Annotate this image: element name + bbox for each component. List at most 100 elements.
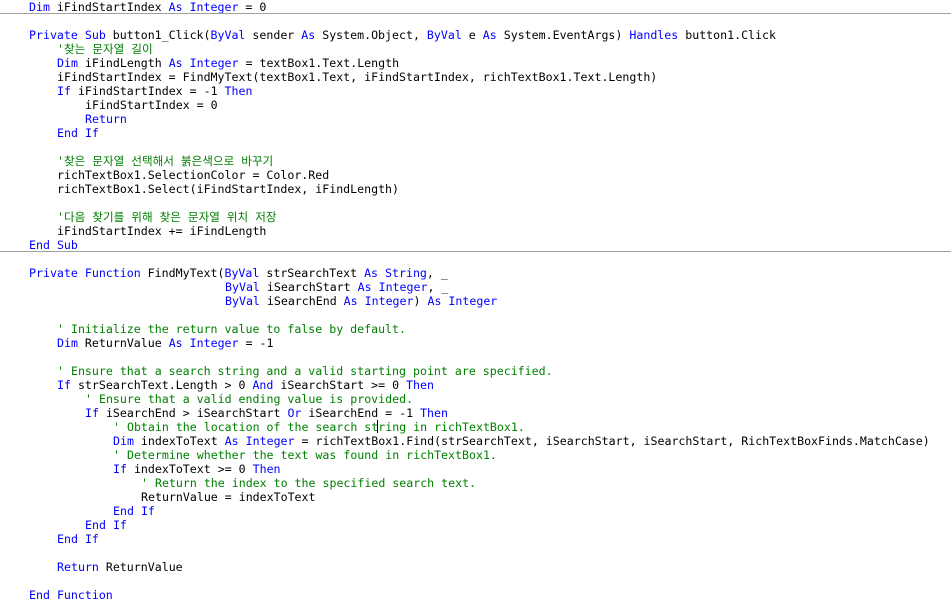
code-keyword: String [385,266,427,280]
code-keyword: If [84,532,99,546]
code-text: iFindStartIndex [49,0,169,14]
separator-after-end-sub [0,251,951,252]
code-line[interactable]: If indexToText >= 0 Then [113,462,281,476]
code-keyword: Integer [189,56,239,70]
code-line[interactable]: ' Return the index to the specified sear… [141,476,476,490]
code-line[interactable]: iFindStartIndex += iFindLength [57,224,266,238]
code-keyword: As [168,0,183,14]
code-comment: ' Initialize the return value to false b… [57,322,407,336]
code-text: iFindLength [77,56,169,70]
code-keyword: Dim [29,0,50,14]
code-keyword: End [57,126,78,140]
text-caret [377,420,378,433]
code-keyword: Private [29,266,78,280]
code-line[interactable]: Private Sub button1_Click(ByVal sender A… [29,28,776,42]
code-text: System.EventArgs) [496,28,630,42]
code-line[interactable]: richTextBox1.SelectionColor = Color.Red [57,168,329,182]
code-line[interactable]: Dim iFindStartIndex As Integer = 0 [29,0,266,14]
code-text: button1_Click( [105,28,211,42]
code-keyword: End [29,588,50,602]
code-line[interactable]: Return [85,112,127,126]
code-keyword: ByVal [426,28,462,42]
code-line[interactable]: '다음 찾기를 위해 찾은 문자열 위치 저장 [57,210,277,224]
code-line[interactable]: Return ReturnValue [57,560,183,574]
code-text: sender [245,28,302,42]
code-line[interactable]: ' Initialize the return value to false b… [57,322,406,336]
code-text: iSearchStart [259,280,358,294]
code-line[interactable]: ByVal iSearchEnd As Integer) As Integer [225,294,497,308]
code-text: = richTextBox1.Find(strSearchText, iSear… [294,434,930,448]
code-keyword: Then [420,406,448,420]
code-keyword: Then [252,462,281,476]
code-text: ) [413,294,428,308]
code-line[interactable]: End If [57,126,99,140]
code-line[interactable]: ' Determine whether the text was found i… [113,448,497,462]
code-keyword: If [85,406,99,420]
code-line[interactable]: Private Function FindMyText(ByVal strSea… [29,266,448,280]
code-text: iSearchEnd = -1 [301,406,421,420]
code-text: iFindStartIndex = FindMyText(textBox1.Te… [57,70,658,84]
code-keyword: End [85,518,106,532]
code-line[interactable]: iFindStartIndex = 0 [85,98,218,112]
code-keyword: ByVal [225,280,260,294]
code-keyword: As [301,28,316,42]
code-line[interactable]: End If [85,518,127,532]
code-keyword: If [57,378,71,392]
code-text: , _ [426,266,448,280]
code-line[interactable]: If iSearchEnd > iSearchStart Or iSearchE… [85,406,448,420]
code-line[interactable]: ReturnValue = indexToText [141,490,316,504]
code-line[interactable]: '찾은 문자열 선택해서 붉은색으로 바꾸기 [57,154,273,168]
code-line[interactable]: ' Ensure that a valid ending value is pr… [85,392,413,406]
code-keyword: Or [287,406,302,420]
code-keyword: Integer [189,336,239,350]
code-line[interactable]: End Sub [29,238,78,252]
code-keyword: Return [85,112,127,126]
code-keyword: Dim [57,56,78,70]
code-text: FindMyText( [140,266,225,280]
code-text: ReturnValue [77,336,169,350]
code-text: iSearchStart >= 0 [273,378,407,392]
code-line[interactable]: If strSearchText.Length > 0 And iSearchS… [57,378,434,392]
code-line[interactable]: Dim indexToText As Integer = richTextBox… [113,434,930,448]
code-line[interactable]: ' Obtain the location of the search stri… [113,420,525,434]
code-text: = 0 [238,0,267,14]
code-line[interactable]: richTextBox1.Select(iFindStartIndex, iFi… [57,182,399,196]
code-text: button1.Click [678,28,776,42]
code-editor[interactable]: Dim iFindStartIndex As Integer = 0 Privat… [0,0,951,605]
code-text: iSearchEnd [259,294,344,308]
code-text: indexToText >= 0 [126,462,253,476]
code-line[interactable]: End If [57,532,99,546]
code-keyword: Dim [57,336,78,350]
code-line[interactable]: If iFindStartIndex = -1 Then [57,84,252,98]
code-text: = -1 [238,336,274,350]
code-keyword: As [224,434,239,448]
code-line[interactable]: ' Ensure that a search string and a vali… [57,364,553,378]
code-keyword: ByVal [224,266,260,280]
code-comment: ' Ensure that a valid ending value is pr… [85,392,414,406]
code-line[interactable]: ByVal iSearchStart As Integer, _ [225,280,448,294]
code-line[interactable]: End Function [29,588,113,602]
code-line[interactable]: '찾는 문자열 길이 [57,42,153,56]
code-keyword: Integer [378,280,428,294]
code-keyword: Private [29,28,78,42]
code-keyword: Integer [448,294,498,308]
code-text: e [461,28,483,42]
code-keyword: If [113,462,127,476]
code-line[interactable]: Dim ReturnValue As Integer = -1 [57,336,273,350]
code-keyword: If [112,518,127,532]
code-text: ReturnValue = indexToText [141,490,316,504]
code-line[interactable]: Dim iFindLength As Integer = textBox1.Te… [57,56,399,70]
code-text: indexToText [133,434,225,448]
code-line[interactable]: iFindStartIndex = FindMyText(textBox1.Te… [57,70,657,84]
code-keyword: Handles [629,28,679,42]
code-keyword: And [252,378,274,392]
code-text: richTextBox1.SelectionColor = Color.Red [57,168,330,182]
code-line[interactable]: End If [113,504,155,518]
